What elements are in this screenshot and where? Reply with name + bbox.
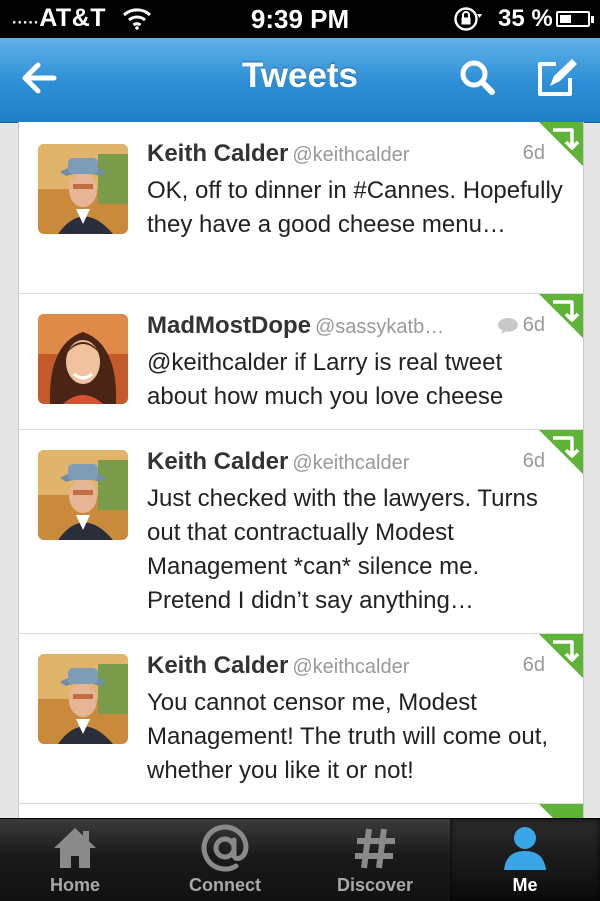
tab-home[interactable]: Home — [0, 819, 150, 901]
tweet-author-handle: @keithcalder — [292, 452, 410, 474]
tab-discover[interactable]: Discover — [300, 819, 450, 901]
avatar[interactable] — [38, 314, 128, 404]
retweet-corner-icon — [539, 294, 583, 338]
tweet-author-name[interactable]: Keith Calder — [147, 448, 288, 475]
retweet-corner-icon — [539, 634, 583, 678]
tweet-item[interactable]: MadMostDope @sassykatb… 6d @keithcalder i… — [19, 294, 583, 430]
tweet-item[interactable]: Keith Calder @keithcalder 6d Just checked… — [19, 430, 583, 634]
tweet-author-name[interactable]: Keith Calder — [147, 140, 288, 167]
avatar[interactable] — [38, 654, 128, 744]
tweet-text: You cannot censor me, Modest Management!… — [147, 689, 549, 784]
retweet-corner-icon — [539, 122, 583, 166]
battery-icon — [556, 11, 594, 27]
avatar[interactable] — [38, 450, 128, 540]
tweet-timestamp: 6d — [497, 314, 545, 337]
tweet-author-handle: @keithcalder — [292, 656, 410, 678]
tweet-item[interactable]: Keith Calder @keithcalder 6d You cannot c… — [19, 634, 583, 804]
tweet-item[interactable]: Keith Calder @keithcalder 6d OK, off to d… — [19, 122, 583, 294]
tweet-header: Keith Calder @keithcalder 6d — [147, 140, 545, 168]
tweet-timeline[interactable]: Keith Calder @keithcalder 6d OK, off to d… — [18, 122, 584, 820]
battery-percent: 35 % — [498, 5, 553, 32]
tab-me[interactable]: Me — [450, 819, 600, 901]
tab-connect[interactable]: Connect — [150, 819, 300, 901]
compose-icon[interactable] — [528, 50, 584, 106]
tab-label: Discover — [336, 875, 414, 895]
avatar[interactable] — [38, 144, 128, 234]
tweet-header: MadMostDope @sassykatb… 6d — [147, 312, 545, 340]
tweet-header: Keith Calder @keithcalder 6d — [147, 652, 545, 680]
search-icon[interactable] — [450, 50, 506, 106]
tweet-text: OK, off to dinner in #Cannes. Hopefully … — [147, 177, 563, 238]
at-icon — [201, 824, 249, 872]
status-bar: .....AT&T 9:39 PM 35 % — [0, 0, 600, 38]
tab-label: Connect — [189, 875, 261, 895]
tweet-author-name[interactable]: MadMostDope — [147, 312, 311, 339]
tweet-text: @keithcalder if Larry is real tweet abou… — [147, 349, 504, 410]
tweet-author-name[interactable]: Keith Calder — [147, 652, 288, 679]
tab-bar: Home Connect Discover Me — [0, 818, 600, 901]
tweet-author-handle: @sassykatb… — [315, 316, 445, 338]
tab-label: Home — [49, 875, 100, 895]
page-title: Tweets — [241, 56, 359, 95]
retweet-corner-icon — [539, 430, 583, 474]
navigation-bar: Tweets — [0, 38, 600, 123]
conversation-icon — [497, 317, 518, 334]
home-icon — [54, 828, 96, 868]
rotation-lock-icon — [454, 7, 482, 31]
tab-label: Me — [512, 875, 538, 895]
tweet-header: Keith Calder @keithcalder 6d — [147, 448, 545, 476]
person-icon — [504, 827, 546, 870]
tweet-author-handle: @keithcalder — [292, 144, 410, 166]
hashtag-icon — [355, 828, 395, 869]
tweet-text: Just checked with the lawyers. Turns out… — [147, 485, 538, 614]
